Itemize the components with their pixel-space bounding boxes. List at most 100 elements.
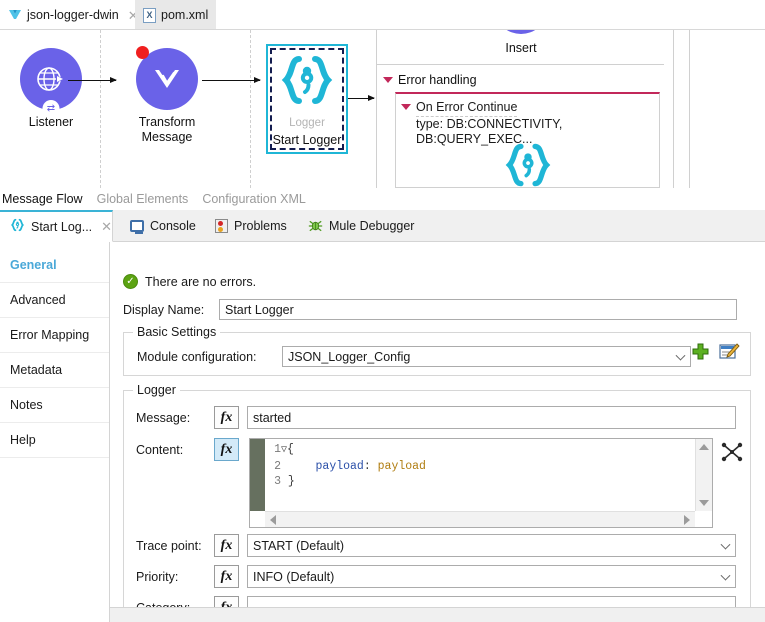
panel-tab-label: Problems (234, 219, 287, 233)
message-row: Message: fx started (136, 406, 736, 429)
json-logger-braces-icon (268, 54, 346, 109)
transform-message-icon (155, 70, 179, 88)
content-code-editor[interactable]: 1▽{ 2 payload: payload 3 } (249, 438, 713, 528)
code-editor-vertical-scrollbar[interactable] (695, 439, 712, 511)
module-config-actions (691, 342, 740, 361)
basic-settings-title: Basic Settings (133, 325, 221, 339)
panel-tab-console[interactable]: Console (120, 210, 206, 242)
panel-tab-start-logger[interactable]: Start Log... ✕ (0, 210, 113, 242)
properties-bottom-strip (110, 607, 765, 622)
on-error-continue-text: On Error Continue type: DB:CONNECTIVITY,… (416, 100, 659, 147)
status-message-row: ✓ There are no errors. (123, 274, 256, 289)
code-line: 2 payload: payload (274, 459, 426, 473)
sidebar-item-help[interactable]: Help (0, 423, 109, 458)
editor-tab-label: json-logger-dwin (27, 8, 119, 22)
code-line: 1▽{ (274, 443, 294, 456)
status-message-text: There are no errors. (145, 274, 257, 289)
module-configuration-value: JSON_Logger_Config (288, 349, 411, 364)
collapse-triangle-icon[interactable] (401, 104, 411, 110)
view-tab-global-elements[interactable]: Global Elements (97, 192, 189, 206)
priority-value: INFO (Default) (253, 569, 335, 584)
flow-node-start-logger[interactable]: Logger Start Logger (266, 44, 348, 154)
view-tab-configuration-xml[interactable]: Configuration XML (202, 192, 306, 206)
priority-select[interactable]: INFO (Default) (247, 565, 736, 588)
content-row: Content: fx (136, 438, 239, 461)
properties-content: ✓ There are no errors. Display Name: Sta… (110, 242, 765, 622)
editor-tab-pom-xml[interactable]: X pom.xml (135, 0, 217, 30)
sidebar-item-error-mapping[interactable]: Error Mapping (0, 318, 109, 353)
on-error-continue-title: On Error Continue (416, 100, 518, 117)
trace-point-label: Trace point: (136, 538, 202, 553)
trace-point-row: Trace point: fx START (Default) (136, 534, 736, 557)
display-name-row: Display Name: Start Logger (123, 299, 737, 320)
canvas-rail (689, 30, 690, 188)
scroll-left-arrow-icon[interactable] (270, 514, 276, 525)
properties-sidebar: General Advanced Error Mapping Metadata … (0, 242, 110, 622)
chevron-down-icon (720, 539, 731, 550)
editor-tab-json-logger-dwin[interactable]: json-logger-dwin ✕ (0, 0, 147, 30)
panel-tab-mule-debugger[interactable]: Mule Debugger (298, 210, 424, 242)
trace-point-value: START (Default) (253, 538, 344, 553)
module-configuration-select[interactable]: JSON_Logger_Config (282, 346, 691, 367)
display-name-input[interactable]: Start Logger (219, 299, 737, 320)
chevron-down-icon (675, 350, 686, 361)
panel-tab-close-icon[interactable]: ✕ (101, 219, 112, 235)
sidebar-item-advanced[interactable]: Advanced (0, 283, 109, 318)
error-handling-header[interactable]: Error handling (383, 73, 477, 87)
sidebar-item-label: Metadata (10, 363, 63, 377)
sidebar-item-label: Advanced (10, 293, 66, 307)
message-flow-canvas[interactable]: ⇄ Listener Transform Message Logger Star… (0, 30, 765, 188)
sidebar-item-label: Error Mapping (10, 328, 90, 342)
xml-file-icon: X (143, 7, 156, 23)
sidebar-item-metadata[interactable]: Metadata (0, 353, 109, 388)
error-handling-json-logger-icon (396, 142, 659, 188)
error-handling-title: Error handling (398, 73, 477, 87)
http-listener-globe-icon (37, 67, 64, 91)
code-editor-horizontal-scrollbar[interactable] (265, 511, 695, 527)
add-config-button[interactable] (691, 342, 710, 361)
problems-icon (215, 219, 228, 233)
edit-config-button[interactable] (719, 342, 740, 361)
panel-tab-label: Start Log... (31, 219, 93, 234)
message-label: Message: (136, 410, 191, 425)
priority-row: Priority: fx INFO (Default) (136, 565, 736, 588)
trace-point-select[interactable]: START (Default) (247, 534, 736, 557)
sidebar-item-notes[interactable]: Notes (0, 388, 109, 423)
flow-node-label: Listener (28, 115, 74, 129)
priority-fx-button[interactable]: fx (214, 565, 239, 588)
panel-tab-label: Console (150, 219, 196, 233)
insert-strip: Insert (377, 30, 664, 65)
flow-node-placeholder-label: Logger (289, 117, 325, 129)
trace-point-fx-button[interactable]: fx (214, 534, 239, 557)
code-editor-lines[interactable]: 1▽{ 2 payload: payload 3 } (265, 442, 694, 511)
canvas-rail (673, 30, 674, 188)
collapse-triangle-icon[interactable] (383, 77, 393, 83)
scroll-up-arrow-icon[interactable] (699, 444, 709, 450)
flow-arrow (68, 76, 117, 83)
chevron-down-icon (720, 570, 731, 581)
bottom-panel-tab-bar: Start Log... ✕ Console Problems Mule Deb… (0, 210, 765, 242)
panel-tab-problems[interactable]: Problems (205, 210, 297, 242)
message-fx-button[interactable]: fx (214, 406, 239, 429)
console-icon (130, 220, 144, 234)
scroll-down-arrow-icon[interactable] (699, 500, 709, 506)
properties-view: General Advanced Error Mapping Metadata … (0, 242, 765, 622)
flow-node-transform-message[interactable]: Transform Message (112, 46, 222, 145)
dataweave-transform-icon[interactable] (721, 442, 743, 462)
insert-node-arc (497, 30, 545, 34)
scroll-right-arrow-icon[interactable] (684, 514, 690, 525)
content-fx-button[interactable]: fx (214, 438, 239, 461)
sidebar-item-general[interactable]: General (0, 248, 109, 283)
on-error-continue-scope[interactable]: On Error Continue type: DB:CONNECTIVITY,… (395, 92, 660, 188)
sidebar-item-label: General (10, 258, 57, 272)
error-badge-icon (136, 46, 149, 59)
flow-node-label: Transform Message (138, 115, 196, 144)
json-logger-braces-icon (10, 218, 25, 235)
flow-node-listener[interactable]: ⇄ Listener (0, 48, 106, 130)
mule-debugger-bug-icon (308, 219, 323, 233)
message-input[interactable]: started (247, 406, 736, 429)
on-error-continue-header: On Error Continue type: DB:CONNECTIVITY,… (401, 100, 659, 147)
error-handling-panel: Insert Error handling On Error Continue … (376, 30, 664, 188)
view-tab-message-flow[interactable]: Message Flow (2, 192, 83, 206)
flow-node-label: Start Logger (272, 133, 342, 147)
